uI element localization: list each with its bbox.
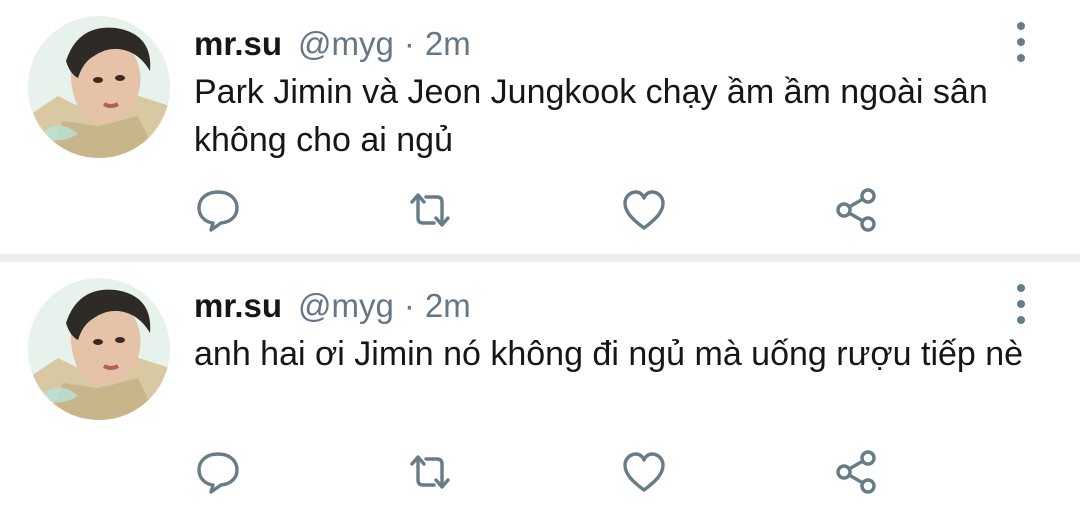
user-handle[interactable]: @myg <box>298 284 394 328</box>
timestamp[interactable]: 2m <box>425 22 471 66</box>
more-options-icon-dot <box>1017 54 1025 62</box>
like-icon <box>623 452 665 492</box>
tweet-divider <box>0 254 1080 262</box>
more-options-icon-dot <box>1017 38 1025 46</box>
more-options-icon-dot <box>1017 300 1025 308</box>
separator-dot: · <box>403 287 415 324</box>
reply-icon <box>197 452 239 494</box>
avatar-image <box>28 278 170 420</box>
more-options-icon-dot <box>1017 316 1025 324</box>
tweet-item[interactable]: mr.su @myg · 2m anh hai ơi Jimin nó khôn… <box>0 262 1080 518</box>
more-options-icon <box>1017 22 1025 30</box>
share-icon <box>836 188 876 232</box>
avatar[interactable] <box>28 16 170 158</box>
avatar[interactable] <box>28 278 170 420</box>
timestamp[interactable]: 2m <box>425 284 471 328</box>
share-button[interactable] <box>832 448 880 496</box>
reply-icon <box>197 190 239 232</box>
like-icon <box>623 190 665 230</box>
separator-dot: · <box>403 25 415 62</box>
user-handle[interactable]: @myg <box>298 22 394 66</box>
display-name[interactable]: mr.su <box>194 22 282 66</box>
display-name[interactable]: mr.su <box>194 284 282 328</box>
reply-button[interactable] <box>194 186 242 234</box>
avatar-image <box>28 16 170 158</box>
tweet-feed: mr.su @myg · 2m Park Jimin và Jeon Jungk… <box>0 0 1080 518</box>
tweet-header: mr.su @myg · 2m <box>194 284 471 328</box>
like-button[interactable] <box>620 448 668 496</box>
share-button[interactable] <box>832 186 880 234</box>
more-options-button[interactable] <box>1006 284 1036 324</box>
tweet-header: mr.su @myg · 2m <box>194 22 471 66</box>
tweet-actions <box>0 186 1080 234</box>
tweet-text: Park Jimin và Jeon Jungkook chạy ầm ầm n… <box>194 73 988 159</box>
more-options-icon <box>1017 284 1025 292</box>
more-options-button[interactable] <box>1006 22 1036 62</box>
reply-button[interactable] <box>194 448 242 496</box>
retweet-icon <box>410 193 450 227</box>
tweet-text: anh hai ơi Jimin nó không đi ngủ mà uống… <box>194 335 1024 373</box>
tweet-actions <box>0 448 1080 496</box>
retweet-button[interactable] <box>406 186 454 234</box>
retweet-button[interactable] <box>406 448 454 496</box>
tweet-item[interactable]: mr.su @myg · 2m Park Jimin và Jeon Jungk… <box>0 0 1080 254</box>
share-icon <box>836 450 876 494</box>
like-button[interactable] <box>620 186 668 234</box>
retweet-icon <box>410 455 450 489</box>
